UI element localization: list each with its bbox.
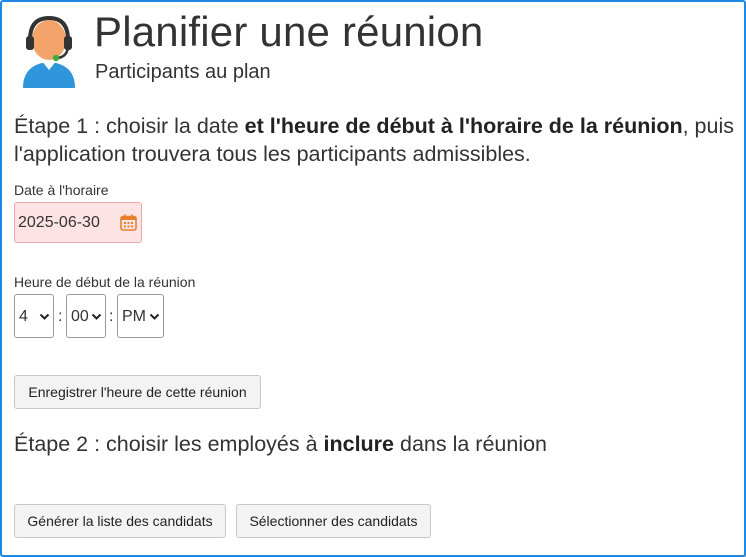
date-field-label: Date à l'horaire — [14, 182, 109, 198]
time-field-label: Heure de début de la réunion — [14, 274, 196, 290]
page-subtitle: Participants au plan — [95, 61, 271, 83]
support-agent-icon — [23, 15, 75, 88]
app-window: Planifier une réunion Participants au pl… — [0, 0, 746, 557]
calendar-icon[interactable] — [120, 214, 137, 231]
page-header: Planifier une réunion Participants au pl… — [20, 8, 740, 92]
date-value: 2025-06-30 — [18, 214, 100, 231]
step1-text-bold: et l'heure de début à l'horaire de la ré… — [244, 114, 683, 138]
time-separator: : — [58, 308, 63, 325]
step2-text-suffix: dans la réunion — [394, 432, 548, 456]
time-separator: : — [109, 308, 114, 325]
minute-value: 00 — [71, 308, 89, 325]
chevron-down-icon — [39, 313, 50, 320]
minute-select[interactable]: 00 — [66, 294, 106, 338]
chevron-down-icon — [149, 313, 160, 320]
hour-value: 4 — [19, 308, 28, 325]
step2-text-bold: inclure — [323, 432, 395, 456]
step1-instructions: Étape 1 : choisir la date et l'heure de … — [14, 112, 734, 168]
date-input[interactable]: 2025-06-30 — [14, 202, 142, 243]
generate-candidate-list-button[interactable]: Générer la liste des candidats — [14, 504, 226, 538]
step1-text-prefix: Étape 1 : choisir la date — [14, 114, 245, 138]
page-title: Planifier une réunion — [94, 8, 484, 55]
ampm-value: PM — [122, 308, 146, 325]
hour-select[interactable]: 4 — [14, 294, 54, 338]
step2-text-prefix: Étape 2 : choisir les employés à — [14, 432, 324, 456]
save-meeting-time-button[interactable]: Enregistrer l'heure de cette réunion — [14, 375, 261, 409]
chevron-down-icon — [91, 313, 102, 320]
select-candidates-button[interactable]: Sélectionner des candidats — [236, 504, 431, 538]
ampm-select[interactable]: PM — [117, 294, 164, 338]
step2-instructions: Étape 2 : choisir les employés à inclure… — [14, 432, 547, 457]
